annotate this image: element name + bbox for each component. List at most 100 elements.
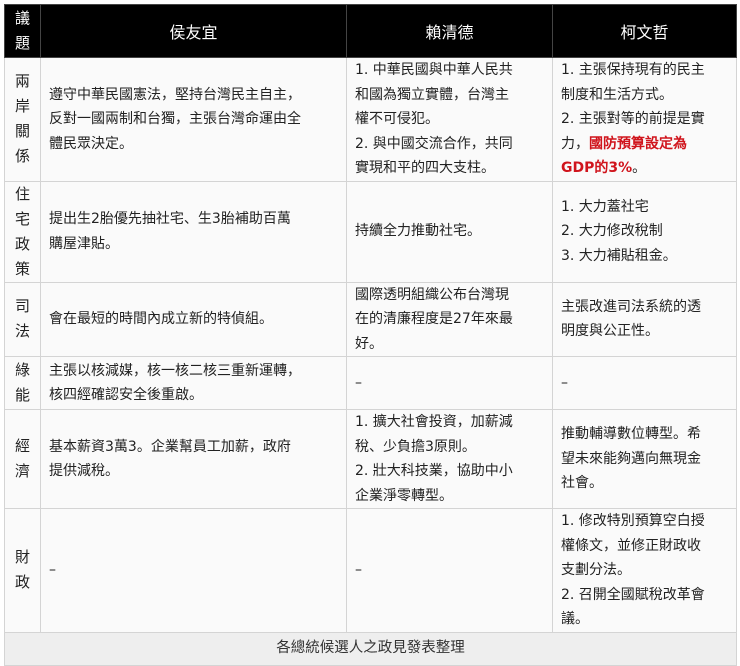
cell-line: 2. 與中國交流合作，共同 [355, 135, 513, 152]
cell-line: – [561, 374, 568, 391]
candidate-cell: 國際透明組織公布台灣現 在的清廉程度是27年來最 好。 [346, 281, 553, 357]
candidate-cell: 主張以核減媒，核一核二核三重新運轉， 核四經確認安全後重啟。 [40, 356, 347, 410]
cell-line: 持續全力推動社宅。 [355, 223, 481, 240]
table-row: 經濟基本薪資3萬3。企業幫員工加薪，政府 提供減稅。 1. 擴大社會投資，加薪減 稅、… [4, 409, 737, 509]
issue-char: 係 [14, 147, 30, 166]
cell-line: 遵守中華民國憲法，堅持台灣民主自主， [49, 86, 301, 103]
footer-row: 各總統候選人之政見發表整理 [4, 631, 737, 666]
issue-char: 綠 [14, 361, 30, 379]
candidate-cell: 1. 主張保持現有的民主 制度和生活方式。 2. 主張對等的前提是實 力，國防預算設定… [552, 57, 737, 182]
cell-line: 推動輔導數位轉型。希 [561, 426, 701, 443]
issue-cell: 財政 [4, 508, 41, 633]
cell-line: 主張以核減媒，核一核二核三重新運轉， [49, 362, 301, 379]
candidate-cell: 1. 中華民國與中華人民共 和國為獨立實體，台灣主 權不可侵犯。 2. 與中國交流合作… [346, 57, 553, 182]
issue-char: 能 [14, 386, 30, 404]
cell-line: – [49, 562, 56, 578]
candidate-cell: – [552, 356, 737, 410]
cell-line: 權條文，並修正財政收 [561, 537, 701, 554]
cell-line: 1. 大力蓋社宅 [561, 198, 649, 215]
cell-line: 2. 主張對等的前提是實 [561, 111, 705, 127]
issue-char: 財 [14, 548, 30, 567]
candidate-cell: 持續全力推動社宅。 [346, 180, 553, 283]
cell-line: 制度和生活方式。 [561, 86, 673, 103]
cell-line: – [355, 562, 362, 578]
cell-line: 支劃分法。 [561, 562, 631, 578]
table-row: 兩岸關係遵守中華民國憲法，堅持台灣民主自主， 反對一國兩制和台獨，主張台灣命運由全… [4, 57, 737, 182]
issue-char: 兩 [14, 72, 30, 91]
issue-char: 策 [14, 259, 30, 278]
header-issue-char: 題 [14, 34, 30, 52]
header-issue: 議題 [4, 4, 41, 58]
cell-line: 3. 大力補貼租金。 [561, 247, 677, 264]
cell-line: 體民眾決定。 [49, 135, 133, 152]
candidate-cell: 遵守中華民國憲法，堅持台灣民主自主， 反對一國兩制和台獨，主張台灣命運由全 體民眾決… [40, 57, 347, 182]
cell-line: 望未來能夠邁向無現金 [561, 450, 701, 467]
cell-line: 購屋津貼。 [49, 235, 119, 252]
cell-text: 。 [632, 160, 647, 176]
cell-line: 權不可侵犯。 [355, 111, 439, 127]
cell-line: 國際透明組織公布台灣現 [355, 286, 509, 303]
cell-line: 實現和平的四大支柱。 [355, 160, 495, 176]
issue-char: 宅 [14, 209, 30, 228]
candidate-cell: – [346, 356, 553, 410]
cell-line: 1. 主張保持現有的民主 [561, 62, 705, 78]
candidate-cell: 推動輔導數位轉型。希 望未來能夠邁向無現金 社會。 [552, 409, 737, 509]
table-row: 司法會在最短的時間內成立新的特偵組。 國際透明組織公布台灣現 在的清廉程度是27年來… [4, 281, 737, 357]
issue-char: 政 [14, 234, 30, 253]
cell-line: 1. 擴大社會投資，加薪減 [355, 414, 513, 430]
cell-line: 核四經確認安全後重啟。 [49, 387, 203, 403]
issue-cell: 綠能 [4, 356, 41, 410]
candidate-cell: 會在最短的時間內成立新的特偵組。 [40, 281, 347, 357]
policy-comparison-table: 議題 侯友宜 賴清德 柯文哲 兩岸關係遵守中華民國憲法，堅持台灣民主自主， 反對一國兩… [4, 4, 737, 666]
candidate-cell: 1. 大力蓋社宅 2. 大力修改稅制 3. 大力補貼租金。 [552, 180, 737, 283]
header-row: 議題 侯友宜 賴清德 柯文哲 [4, 4, 737, 58]
issue-char: 濟 [14, 462, 30, 480]
table-row: 住宅政策提出生2胎優先抽社宅、生3胎補助百萬 購屋津貼。 持續全力推動社宅。 1. 大… [4, 180, 737, 283]
cell-line: 1. 中華民國與中華人民共 [355, 62, 513, 78]
issue-cell: 經濟 [4, 409, 41, 509]
issue-char: 政 [14, 573, 30, 592]
issue-cell: 兩岸關係 [4, 57, 41, 182]
header-candidate: 賴清德 [346, 4, 553, 58]
highlight-text: GDP的3% [561, 160, 633, 176]
issue-cell: 司法 [4, 281, 41, 357]
cell-line: – [355, 374, 362, 391]
issue-char: 司 [14, 297, 30, 316]
cell-line: 主張改進司法系統的透 [561, 298, 701, 315]
issue-char: 法 [14, 322, 30, 341]
issue-cell: 住宅政策 [4, 180, 41, 283]
cell-line: 在的清廉程度是27年來最 [355, 311, 513, 327]
table-row: 綠能主張以核減媒，核一核二核三重新運轉， 核四經確認安全後重啟。 – – [4, 356, 737, 410]
candidate-cell: 1. 擴大社會投資，加薪減 稅、少負擔3原則。 2. 壯大科技業，協助中小 企業淨零轉… [346, 409, 553, 509]
candidate-cell: – [40, 508, 347, 633]
cell-line: 1. 修改特別預算空白授 [561, 513, 705, 529]
header-candidate: 柯文哲 [552, 4, 737, 58]
cell-text: 力， [561, 135, 589, 152]
candidate-cell: 1. 修改特別預算空白授 權條文，並修正財政收 支劃分法。 2. 召開全國賦稅改革會議… [552, 508, 737, 633]
cell-line: 社會。 [561, 475, 603, 492]
issue-char: 經 [14, 437, 30, 455]
cell-line: 明度與公正性。 [561, 323, 659, 340]
cell-line: 提供減稅。 [49, 463, 119, 479]
cell-line: 2. 召開全國賦稅改革會 [561, 586, 705, 603]
cell-line: 議。 [561, 611, 589, 627]
cell-line: 好。 [355, 335, 383, 352]
issue-char: 住 [14, 184, 30, 203]
candidate-cell: – [346, 508, 553, 633]
cell-line: 和國為獨立實體，台灣主 [355, 86, 509, 103]
candidate-cell: 主張改進司法系統的透 明度與公正性。 [552, 281, 737, 357]
issue-char: 關 [14, 122, 30, 141]
cell-line: 提出生2胎優先抽社宅、生3胎補助百萬 [49, 211, 291, 227]
cell-line: 2. 壯大科技業，協助中小 [355, 463, 513, 479]
candidate-cell: 提出生2胎優先抽社宅、生3胎補助百萬 購屋津貼。 [40, 180, 347, 283]
issue-char: 岸 [14, 97, 30, 116]
cell-line: 2. 大力修改稅制 [561, 223, 663, 240]
candidate-cell: 基本薪資3萬3。企業幫員工加薪，政府 提供減稅。 [40, 409, 347, 509]
header-candidate: 侯友宜 [40, 4, 347, 58]
cell-line: 反對一國兩制和台獨，主張台灣命運由全 [49, 111, 301, 127]
cell-line: 稅、少負擔3原則。 [355, 438, 476, 455]
cell-line: 基本薪資3萬3。企業幫員工加薪，政府 [49, 438, 291, 455]
table-caption: 各總統候選人之政見發表整理 [4, 631, 737, 666]
highlight-text: 國防預算設定為 [589, 135, 687, 152]
cell-line: 會在最短的時間內成立新的特偵組。 [49, 311, 273, 327]
